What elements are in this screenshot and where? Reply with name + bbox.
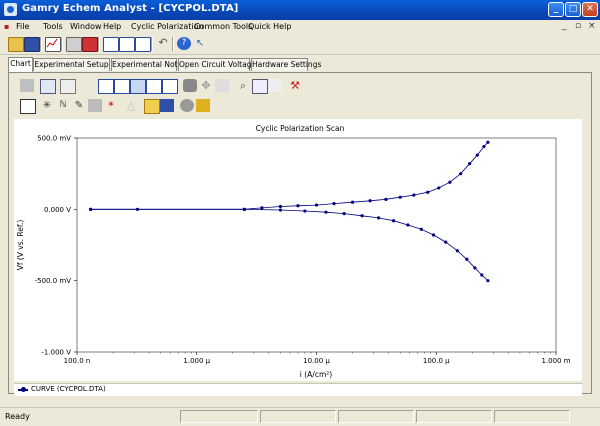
data-point [342, 212, 346, 216]
data-point [398, 195, 402, 199]
data-point [278, 204, 283, 209]
data-point [437, 186, 441, 190]
data-point [412, 193, 416, 197]
status-pane [180, 410, 258, 423]
data-point [324, 210, 328, 214]
data-point [89, 207, 93, 211]
data-point [486, 279, 490, 283]
data-point [448, 180, 452, 184]
y-tick-label: 500.0 mV [37, 135, 71, 143]
data-point [459, 172, 463, 176]
x-tick-label: 10.00 µ [303, 357, 330, 365]
status-text: Ready [5, 412, 30, 421]
data-point [260, 206, 264, 210]
x-tick-label: 100.0 µ [423, 357, 450, 365]
y-axis-label: Vf (V vs. Ref.) [16, 220, 25, 271]
legend-label: CURVE (CYCPOL.DTA) [31, 385, 106, 393]
data-point [468, 162, 472, 166]
data-point [486, 140, 490, 144]
data-point [473, 266, 477, 270]
legend: CURVE (CYCPOL.DTA) [14, 383, 582, 396]
data-point [360, 214, 364, 218]
data-point [314, 203, 319, 207]
data-point [444, 240, 448, 244]
data-point [368, 199, 372, 203]
status-bar: Ready [0, 407, 600, 426]
data-point [455, 249, 459, 253]
data-point [482, 144, 486, 149]
data-point [296, 204, 300, 208]
data-point [384, 197, 388, 201]
status-pane [416, 410, 492, 423]
chart-svg: 100.0 n 1.000 µ 10.00 µ 100.0 µ 1.000 m 500.… [16, 135, 571, 380]
x-axis-label: i (A/cm²) [300, 370, 332, 379]
status-pane [260, 410, 336, 423]
status-pane [338, 410, 414, 423]
data-point [475, 153, 479, 157]
data-point [350, 200, 355, 204]
y-tick-label: 0.000 V [44, 206, 71, 214]
data-point [465, 257, 469, 261]
data-point [278, 208, 283, 212]
x-tick-label: 1.000 µ [183, 357, 210, 365]
plot-frame [76, 137, 557, 353]
data-point [303, 209, 307, 213]
x-tick-label: 100.0 n [64, 357, 91, 365]
y-tick-label: -1.000 V [41, 349, 71, 357]
x-tick-label: 1.000 m [541, 357, 570, 365]
data-point [406, 223, 410, 227]
data-point [332, 202, 336, 206]
data-point [426, 190, 430, 194]
y-tick-label: -500.0 mV [35, 277, 72, 285]
data-point [242, 207, 247, 211]
legend-marker [21, 387, 26, 392]
data-point [419, 227, 423, 231]
data-point [431, 233, 436, 237]
data-point [376, 216, 381, 220]
data-point [391, 219, 396, 223]
data-point [480, 273, 484, 277]
status-pane [494, 410, 570, 423]
